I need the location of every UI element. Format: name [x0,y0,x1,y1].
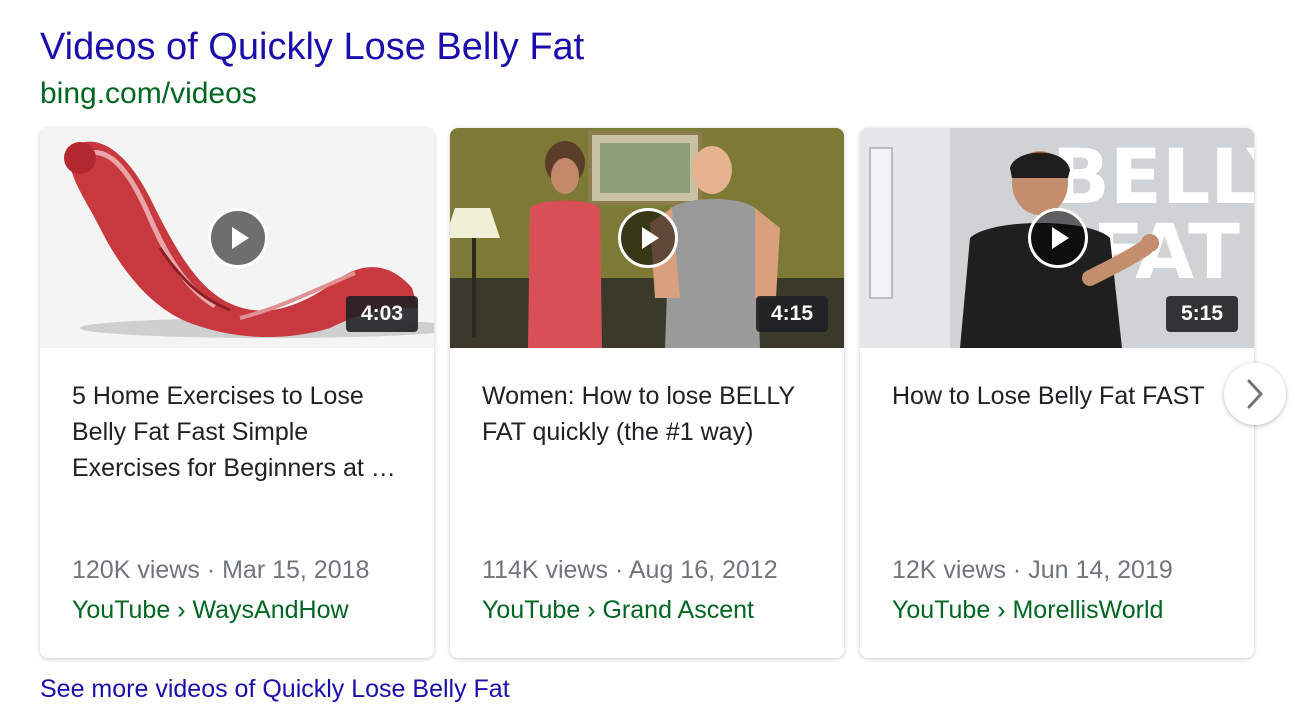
video-title[interactable]: Women: How to lose BELLY FAT quickly (th… [482,378,814,486]
channel-separator: › [587,596,596,624]
channel-separator: › [177,596,186,624]
video-views: 12K views [892,556,1006,584]
play-icon [232,227,249,249]
video-duration: 5:15 [1165,296,1238,332]
video-channel: YouTube › WaysAndHow [72,592,349,628]
results-source-url: bing.com/videos [40,77,257,110]
video-meta: 12K views · Jun 14, 2019 [892,552,1173,588]
see-more-videos-link[interactable]: See more videos of Quickly Lose Belly Fa… [40,672,510,706]
video-channel-name: WaysAndHow [192,596,349,624]
video-channel: YouTube › Grand Ascent [482,592,754,628]
video-card[interactable]: BELLY FAT 5:15 How to Lose Belly Fat FAS… [860,128,1254,658]
video-views: 120K views [72,556,200,584]
video-platform: YouTube [72,596,171,624]
video-date: Aug 16, 2012 [628,556,778,584]
video-date: Jun 14, 2019 [1028,556,1173,584]
video-duration: 4:15 [755,296,828,332]
play-icon [1052,227,1069,249]
chevron-right-icon [1247,379,1263,409]
meta-separator: · [206,556,216,584]
meta-separator: · [614,556,624,584]
results-title-link[interactable]: Videos of Quickly Lose Belly Fat [40,24,584,70]
video-thumbnail[interactable]: BELLY FAT 5:15 [860,128,1254,348]
meta-separator: · [1012,556,1022,584]
video-thumbnail[interactable]: 4:15 [450,128,844,348]
video-duration: 4:03 [345,296,418,332]
video-title[interactable]: How to Lose Belly Fat FAST [892,378,1224,486]
video-channel: YouTube › MorellisWorld [892,592,1163,628]
video-card[interactable]: 4:15 Women: How to lose BELLY FAT quickl… [450,128,844,658]
video-thumbnail[interactable]: 4:03 [40,128,434,348]
play-button[interactable] [618,208,678,268]
video-meta: 120K views · Mar 15, 2018 [72,552,369,588]
play-button[interactable] [1028,208,1088,268]
video-channel-name: Grand Ascent [602,596,754,624]
channel-separator: › [997,596,1006,624]
carousel-next-button[interactable] [1224,363,1286,425]
video-title[interactable]: 5 Home Exercises to Lose Belly Fat Fast … [72,378,404,486]
video-views: 114K views [482,556,608,584]
video-channel-name: MorellisWorld [1012,596,1164,624]
video-date: Mar 15, 2018 [222,556,370,584]
video-card[interactable]: 4:03 5 Home Exercises to Lose Belly Fat … [40,128,434,658]
video-platform: YouTube [892,596,991,624]
play-icon [642,227,659,249]
video-carousel: 4:03 5 Home Exercises to Lose Belly Fat … [40,128,1256,658]
video-platform: YouTube [482,596,581,624]
video-meta: 114K views · Aug 16, 2012 [482,552,778,588]
play-button[interactable] [208,208,268,268]
